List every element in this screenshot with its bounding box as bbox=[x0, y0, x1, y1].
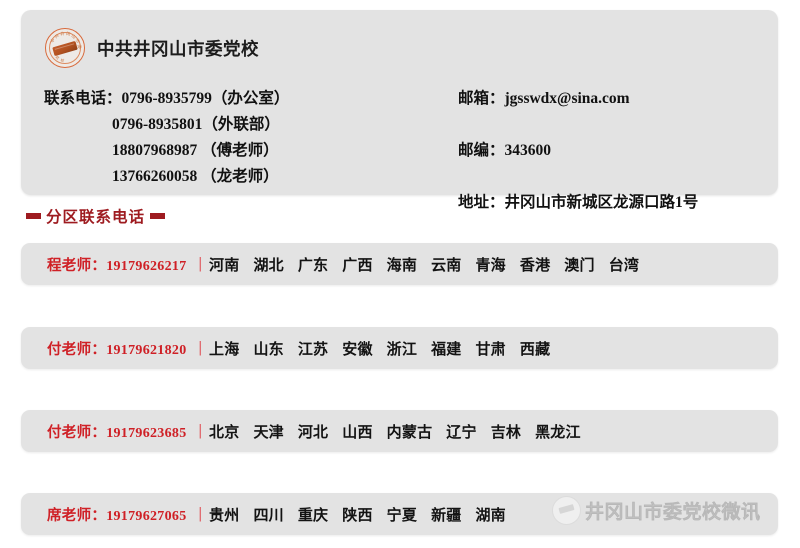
region-name: 新疆 bbox=[431, 507, 462, 524]
separator-icon: | bbox=[198, 339, 203, 356]
region-name: 安徽 bbox=[342, 341, 373, 358]
region-name: 云南 bbox=[431, 257, 462, 274]
region-name: 黑龙江 bbox=[535, 424, 581, 441]
region-name: 贵州 bbox=[209, 507, 240, 524]
region-name: 山东 bbox=[253, 341, 284, 358]
teacher-name: 席老师： bbox=[47, 507, 107, 524]
region-contact-row[interactable]: 付老师：19179621820 | 上海 山东 江苏 安徽 浙江 福建 甘肃 西藏 bbox=[21, 327, 778, 369]
teacher-name: 付老师： bbox=[47, 341, 107, 358]
region-name: 甘肃 bbox=[475, 341, 506, 358]
contact-label: 联系电话： bbox=[44, 90, 122, 107]
region-name: 澳门 bbox=[564, 257, 595, 274]
region-name: 河南 bbox=[209, 257, 240, 274]
postcode-line: 邮编：343600 bbox=[458, 138, 778, 164]
address-line: 地址：井冈山市新城区龙源口路1号 bbox=[458, 190, 778, 216]
teacher-phone: 19179621820 bbox=[106, 342, 187, 358]
region-list: 河南 湖北 广东 广西 海南 云南 青海 香港 澳门 台湾 bbox=[209, 254, 639, 275]
contact-value: 0796-8935799（办公室） bbox=[121, 90, 290, 107]
region-name: 青海 bbox=[475, 257, 506, 274]
region-name: 山西 bbox=[342, 424, 373, 441]
org-identity: 中共井冈山市委 党 校 中共井冈山市委党校 bbox=[44, 27, 259, 69]
contact-line: 18807968987 （傅老师） bbox=[44, 138, 424, 164]
teacher-name: 程老师： bbox=[47, 257, 107, 274]
separator-icon: | bbox=[198, 422, 203, 439]
region-list: 上海 山东 江苏 安徽 浙江 福建 甘肃 西藏 bbox=[209, 338, 550, 359]
region-name: 江苏 bbox=[297, 341, 329, 358]
separator-icon: | bbox=[198, 255, 203, 272]
region-name: 台湾 bbox=[608, 257, 640, 274]
contact-line: 联系电话：0796-8935799（办公室） bbox=[44, 86, 424, 112]
teacher-contact: 付老师：19179621820 bbox=[47, 338, 187, 359]
region-name: 浙江 bbox=[386, 341, 418, 358]
region-name: 内蒙古 bbox=[386, 424, 433, 441]
contact-value: 13766260058 （龙老师） bbox=[112, 168, 279, 185]
email-label: 邮箱： bbox=[458, 90, 505, 107]
region-name: 辽宁 bbox=[446, 424, 477, 441]
region-contact-row[interactable]: 席老师：19179627065 | 贵州 四川 重庆 陕西 宁夏 新疆 湖南 bbox=[21, 493, 778, 535]
contact-phone-column: 联系电话：0796-8935799（办公室） 0796-8935801（外联部）… bbox=[44, 86, 424, 190]
region-name: 海南 bbox=[386, 257, 418, 274]
address-value: 井冈山市新城区龙源口路1号 bbox=[504, 194, 699, 211]
region-name: 香港 bbox=[519, 257, 551, 274]
section-title: 分区联系电话 bbox=[46, 209, 146, 226]
region-name: 福建 bbox=[431, 341, 462, 358]
teacher-contact: 席老师：19179627065 bbox=[47, 504, 187, 525]
region-contact-row[interactable]: 付老师：19179623685 | 北京 天津 河北 山西 内蒙古 辽宁 吉林 黑龙江 bbox=[21, 410, 778, 452]
region-name: 河北 bbox=[297, 424, 329, 441]
postcode-label: 邮编： bbox=[458, 142, 505, 159]
teacher-contact: 程老师：19179626217 bbox=[47, 254, 187, 275]
contact-value: 0796-8935801（外联部） bbox=[112, 116, 280, 133]
contact-line: 0796-8935801（外联部） bbox=[44, 112, 424, 138]
region-name: 西藏 bbox=[519, 341, 551, 358]
email-line: 邮箱：jgsswdx@sina.com bbox=[458, 86, 778, 112]
address-label: 地址： bbox=[458, 194, 505, 211]
region-name: 四川 bbox=[253, 507, 284, 524]
region-name: 上海 bbox=[209, 341, 240, 358]
region-name: 天津 bbox=[253, 424, 284, 441]
region-name: 重庆 bbox=[297, 507, 329, 524]
teacher-phone: 19179623685 bbox=[106, 425, 187, 441]
section-heading: 分区联系电话 bbox=[26, 205, 166, 227]
region-name: 湖北 bbox=[253, 257, 284, 274]
email-value: jgsswdx@sina.com bbox=[504, 90, 630, 107]
region-name: 湖南 bbox=[475, 507, 506, 524]
separator-icon: | bbox=[198, 505, 203, 522]
region-list: 贵州 四川 重庆 陕西 宁夏 新疆 湖南 bbox=[209, 504, 506, 525]
region-list: 北京 天津 河北 山西 内蒙古 辽宁 吉林 黑龙江 bbox=[209, 421, 581, 442]
region-name: 北京 bbox=[209, 424, 240, 441]
teacher-phone: 19179627065 bbox=[106, 508, 187, 524]
region-name: 广西 bbox=[342, 257, 373, 274]
org-name: 中共井冈山市委党校 bbox=[97, 38, 259, 59]
region-name: 宁夏 bbox=[386, 507, 418, 524]
teacher-phone: 19179626217 bbox=[106, 258, 187, 274]
rectangle-dash-icon-right bbox=[150, 213, 166, 219]
contact-line: 13766260058 （龙老师） bbox=[44, 164, 424, 190]
region-contact-row[interactable]: 程老师：19179626217 | 河南 湖北 广东 广西 海南 云南 青海 香港 澳门 台湾 bbox=[21, 243, 778, 285]
circular-seal-icon: 中共井冈山市委 党 校 bbox=[44, 27, 86, 69]
region-name: 陕西 bbox=[342, 507, 373, 524]
postcode-value: 343600 bbox=[504, 142, 552, 159]
region-name: 吉林 bbox=[490, 424, 522, 441]
contact-value: 18807968987 （傅老师） bbox=[112, 142, 279, 159]
teacher-name: 付老师： bbox=[47, 424, 107, 441]
contact-detail-column: 邮箱：jgsswdx@sina.com 邮编：343600 地址：井冈山市新城区… bbox=[458, 86, 778, 216]
org-header-card: 中共井冈山市委 党 校 中共井冈山市委党校 联系电话：0796-8935799（… bbox=[21, 10, 778, 211]
rectangle-dash-icon-left bbox=[26, 213, 41, 219]
region-name: 广东 bbox=[297, 257, 329, 274]
teacher-contact: 付老师：19179623685 bbox=[47, 421, 187, 442]
